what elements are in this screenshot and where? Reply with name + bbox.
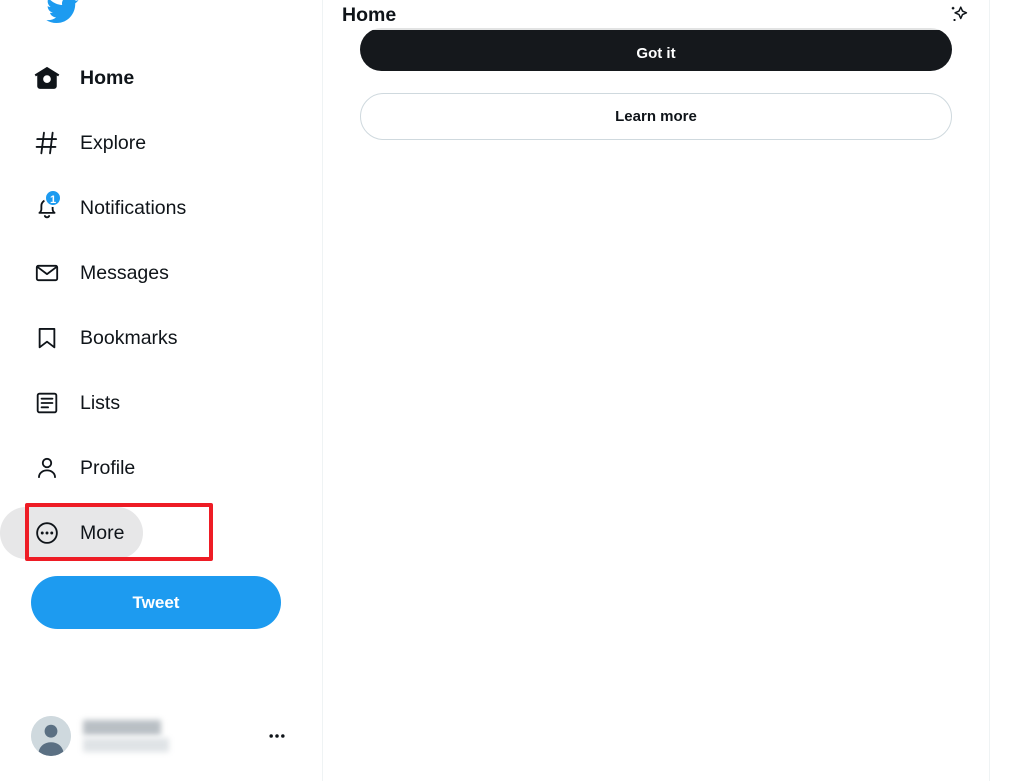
sidebar-item-label: Messages [80, 262, 169, 284]
main-column-right-divider [989, 0, 990, 781]
sidebar-item-label: Lists [80, 392, 121, 414]
notifications-badge: 1 [44, 188, 63, 207]
envelope-icon [33, 260, 60, 287]
sidebar-item-more[interactable]: More [0, 507, 144, 559]
account-handle-redacted [83, 738, 169, 752]
tweet-button[interactable]: Tweet [31, 576, 281, 629]
bell-icon: 1 [33, 188, 63, 222]
ellipsis-icon[interactable] [263, 722, 291, 750]
account-display-name-redacted [83, 720, 161, 735]
sidebar-nav: Home Explore 1 Notifications Messages Bo… [0, 52, 300, 572]
sidebar-item-label: Home [80, 67, 135, 89]
twitter-bird-icon [45, 0, 79, 27]
sidebar-item-label: Explore [80, 132, 147, 154]
twitter-logo[interactable] [38, 0, 86, 34]
home-icon [33, 65, 60, 92]
account-switcher[interactable] [31, 705, 299, 767]
bookmark-icon [33, 325, 60, 352]
sidebar-item-label: Bookmarks [80, 327, 178, 349]
sidebar-item-explore[interactable]: Explore [0, 117, 165, 169]
sidebar-item-label: Profile [80, 457, 136, 479]
list-icon [33, 390, 60, 417]
left-sidebar: Home Explore 1 Notifications Messages Bo… [0, 0, 323, 781]
sidebar-item-notifications[interactable]: 1 Notifications [0, 182, 205, 234]
sidebar-item-profile[interactable]: Profile [0, 442, 154, 494]
sidebar-item-lists[interactable]: Lists [0, 377, 139, 429]
avatar [31, 716, 71, 756]
hashtag-icon [33, 130, 60, 157]
circle-ellipsis-icon [33, 520, 60, 547]
sparkle-icon[interactable] [943, 0, 973, 30]
account-identity [83, 715, 263, 757]
sidebar-item-label: More [80, 522, 125, 544]
sidebar-item-home[interactable]: Home [0, 52, 153, 104]
sidebar-item-bookmarks[interactable]: Bookmarks [0, 312, 197, 364]
timeline-header: Home [323, 0, 989, 30]
sidebar-item-label: Notifications [80, 197, 187, 219]
sidebar-item-messages[interactable]: Messages [0, 247, 188, 299]
twitter-app-window: Home Explore 1 Notifications Messages Bo… [0, 0, 1024, 781]
person-icon [33, 455, 60, 482]
page-title: Home [342, 4, 397, 26]
learn-more-button[interactable]: Learn more [360, 93, 952, 140]
got-it-button[interactable]: Got it [360, 28, 952, 71]
main-timeline-column: Home Got it Learn more [323, 0, 989, 781]
